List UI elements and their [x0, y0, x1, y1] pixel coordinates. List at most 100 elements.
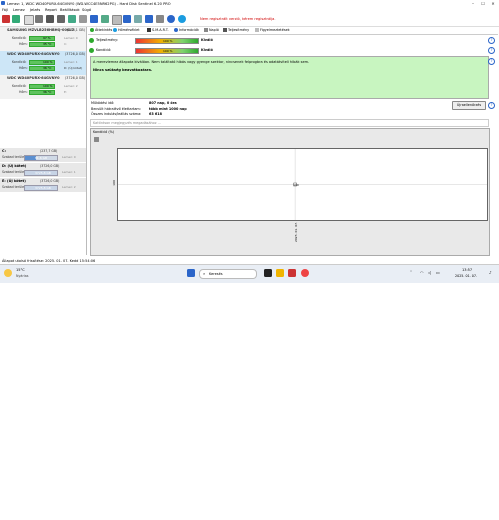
- screen-icon[interactable]: [145, 15, 153, 23]
- disk-scan-icon[interactable]: [46, 15, 54, 23]
- volume-name: D: (Új kötet): [2, 164, 27, 168]
- hd-sentinel-icon[interactable]: [288, 269, 296, 277]
- chart-plot-area: 100: [117, 148, 488, 221]
- close-button[interactable]: ✕: [488, 0, 498, 7]
- chrome-icon[interactable]: [301, 269, 309, 277]
- free-space-value: 81,6 GB: [35, 155, 48, 160]
- disk-name: WDC WD40PURX-64GVNY0: [7, 76, 60, 80]
- health-recommendation: Nincs szükség beavatkozásra.: [93, 68, 153, 72]
- log-icon: [204, 28, 208, 32]
- disk-item-0[interactable]: SAMSUNG MZVLB256HBHQ-000L7 (256,1 GB) Ko…: [0, 27, 86, 51]
- help-icon[interactable]: ?: [488, 102, 495, 109]
- data-point-label: 100: [293, 182, 299, 187]
- help-icon[interactable]: ?: [488, 37, 495, 44]
- file-explorer-icon[interactable]: [276, 269, 284, 277]
- disk-icon[interactable]: [35, 15, 43, 23]
- print-icon[interactable]: [112, 15, 122, 25]
- help-icon[interactable]: ?: [488, 58, 495, 65]
- options-icon[interactable]: [156, 15, 164, 23]
- taskbar-search[interactable]: ⌕ Keresés: [199, 269, 257, 279]
- maximize-button[interactable]: ☐: [478, 0, 488, 7]
- volume-item-d[interactable]: D: (Új kötet) (3726,0 GB) Szabad terület…: [0, 163, 86, 177]
- tab-label: Hőmérséklet: [118, 28, 140, 32]
- tab-smart[interactable]: S.M.A.R.T.: [147, 28, 169, 32]
- volume-disk: Lemez: 0: [62, 155, 76, 159]
- disk-health-icon[interactable]: [68, 15, 76, 23]
- free-space-bar: 3725,8 GB: [24, 185, 58, 191]
- menu-report[interactable]: Report: [45, 8, 57, 12]
- row-label: Teljesítmény:: [96, 38, 119, 42]
- start-icon[interactable]: [187, 269, 195, 277]
- performance-row: Teljesítmény: 100 % Kiváló ?: [88, 36, 496, 44]
- report-icon[interactable]: [90, 15, 98, 23]
- health-value: 100 %: [43, 84, 53, 88]
- monitor-icon[interactable]: [123, 15, 131, 23]
- send-report-icon[interactable]: [101, 15, 109, 23]
- tab-overview[interactable]: Áttekintés: [90, 28, 112, 32]
- temp-value: 36 °C: [43, 90, 52, 94]
- refresh-all-icon[interactable]: [12, 15, 20, 23]
- disk-index: Lemez: 0: [64, 36, 78, 40]
- tab-bar: Áttekintés Hőmérséklet S.M.A.R.T. Inform…: [88, 27, 498, 35]
- menu-settings[interactable]: Beállítások: [60, 8, 80, 12]
- unregistered-notice[interactable]: Nem regisztrált verzió, kérem regisztrál…: [200, 17, 276, 21]
- help-icon[interactable]: [167, 15, 175, 23]
- battery-icon[interactable]: ▭: [436, 270, 440, 275]
- volume-item-c[interactable]: C: (237,7 GB) Szabad terület: 81,6 GB Le…: [0, 148, 86, 162]
- volume-name: E: (Új kötet): [2, 179, 26, 183]
- clock-date: 2025. 01. 07.: [455, 274, 478, 278]
- title-bar: Lemez: 1, WDC WD40PURX-64GVNY0 (WD-WCC4E…: [0, 0, 499, 7]
- alert-icon: [255, 28, 259, 32]
- volume-icon[interactable]: ◁: [428, 270, 431, 275]
- disk-item-2[interactable]: WDC WD40PURX-64GVNY0 (3726,0 GB) Kondíci…: [0, 75, 86, 99]
- starts-value: 63 618: [149, 112, 162, 116]
- tab-log[interactable]: Napló: [204, 28, 219, 32]
- disk-info-icon[interactable]: [79, 15, 87, 23]
- status-ok-icon: [89, 47, 94, 53]
- repeat-test-button[interactable]: Újraellenőrzés: [452, 101, 486, 110]
- disk-size: (3726,0 GB): [65, 76, 85, 80]
- disk-test-icon[interactable]: [57, 15, 65, 23]
- menu-disk[interactable]: Lemez: [13, 8, 25, 12]
- health-description: A merevlemez állapota kiválóan. Nem talá…: [93, 60, 310, 64]
- performance-state: Kiváló: [201, 38, 213, 42]
- temp-label: Hőm:: [19, 90, 28, 94]
- volume-item-e[interactable]: E: (Új kötet) (3726,0 GB) Szabad terület…: [0, 178, 86, 192]
- tab-temperature[interactable]: Hőmérséklet: [113, 28, 140, 32]
- temp-label: Hőm:: [19, 66, 28, 70]
- health-row: Kondíció: 100 % Kiváló ?: [88, 46, 496, 54]
- volume-disk: Lemez: 1: [62, 170, 76, 174]
- tab-performance[interactable]: Teljesítmény: [223, 28, 249, 32]
- remaining-value: több mint 1000 nap: [149, 107, 187, 111]
- window-title: Lemez: 1, WDC WD40PURX-64GVNY0 (WD-WCC4E…: [7, 1, 171, 6]
- status-ok-icon: [89, 37, 94, 43]
- about-icon[interactable]: [178, 15, 186, 23]
- performance-value: 100 %: [163, 39, 173, 43]
- menu-help[interactable]: Súgó: [82, 8, 91, 12]
- menu-file[interactable]: Fájl: [2, 8, 8, 12]
- task-view-icon[interactable]: [264, 269, 272, 277]
- search-icon: ⌕: [203, 271, 206, 276]
- y-tick-label: 100: [111, 180, 116, 186]
- volume-size: (3726,0 GB): [40, 164, 60, 168]
- minimize-button[interactable]: –: [468, 0, 478, 7]
- volume-name: C:: [2, 149, 6, 153]
- network-icon[interactable]: [134, 15, 142, 23]
- weather-temp: 15°C: [16, 268, 25, 272]
- notification-icon[interactable]: ♪: [489, 270, 492, 275]
- comment-field[interactable]: Kattintson megjegyzés megadásához ...: [90, 119, 489, 127]
- test-icon[interactable]: [24, 15, 34, 25]
- tab-info[interactable]: Információk: [174, 28, 199, 32]
- weather-icon[interactable]: [4, 269, 12, 277]
- save-chart-icon[interactable]: [94, 137, 99, 142]
- tab-alerts[interactable]: Figyelmeztetések: [255, 28, 290, 32]
- refresh-icon[interactable]: [2, 15, 10, 23]
- tray-chevron-icon[interactable]: ˄: [410, 270, 412, 275]
- wifi-icon[interactable]: ◠: [420, 270, 424, 275]
- menu-alert[interactable]: Jelzés: [30, 8, 40, 12]
- help-icon[interactable]: ?: [488, 47, 495, 54]
- comment-placeholder: Kattintson megjegyzés megadásához ...: [93, 120, 161, 125]
- disk-item-1[interactable]: WDC WD40PURX-64GVNY0 (3726,0 GB) Kondíci…: [0, 51, 86, 75]
- health-label: Kondíció:: [12, 60, 27, 64]
- free-space-label: Szabad terület:: [2, 155, 27, 159]
